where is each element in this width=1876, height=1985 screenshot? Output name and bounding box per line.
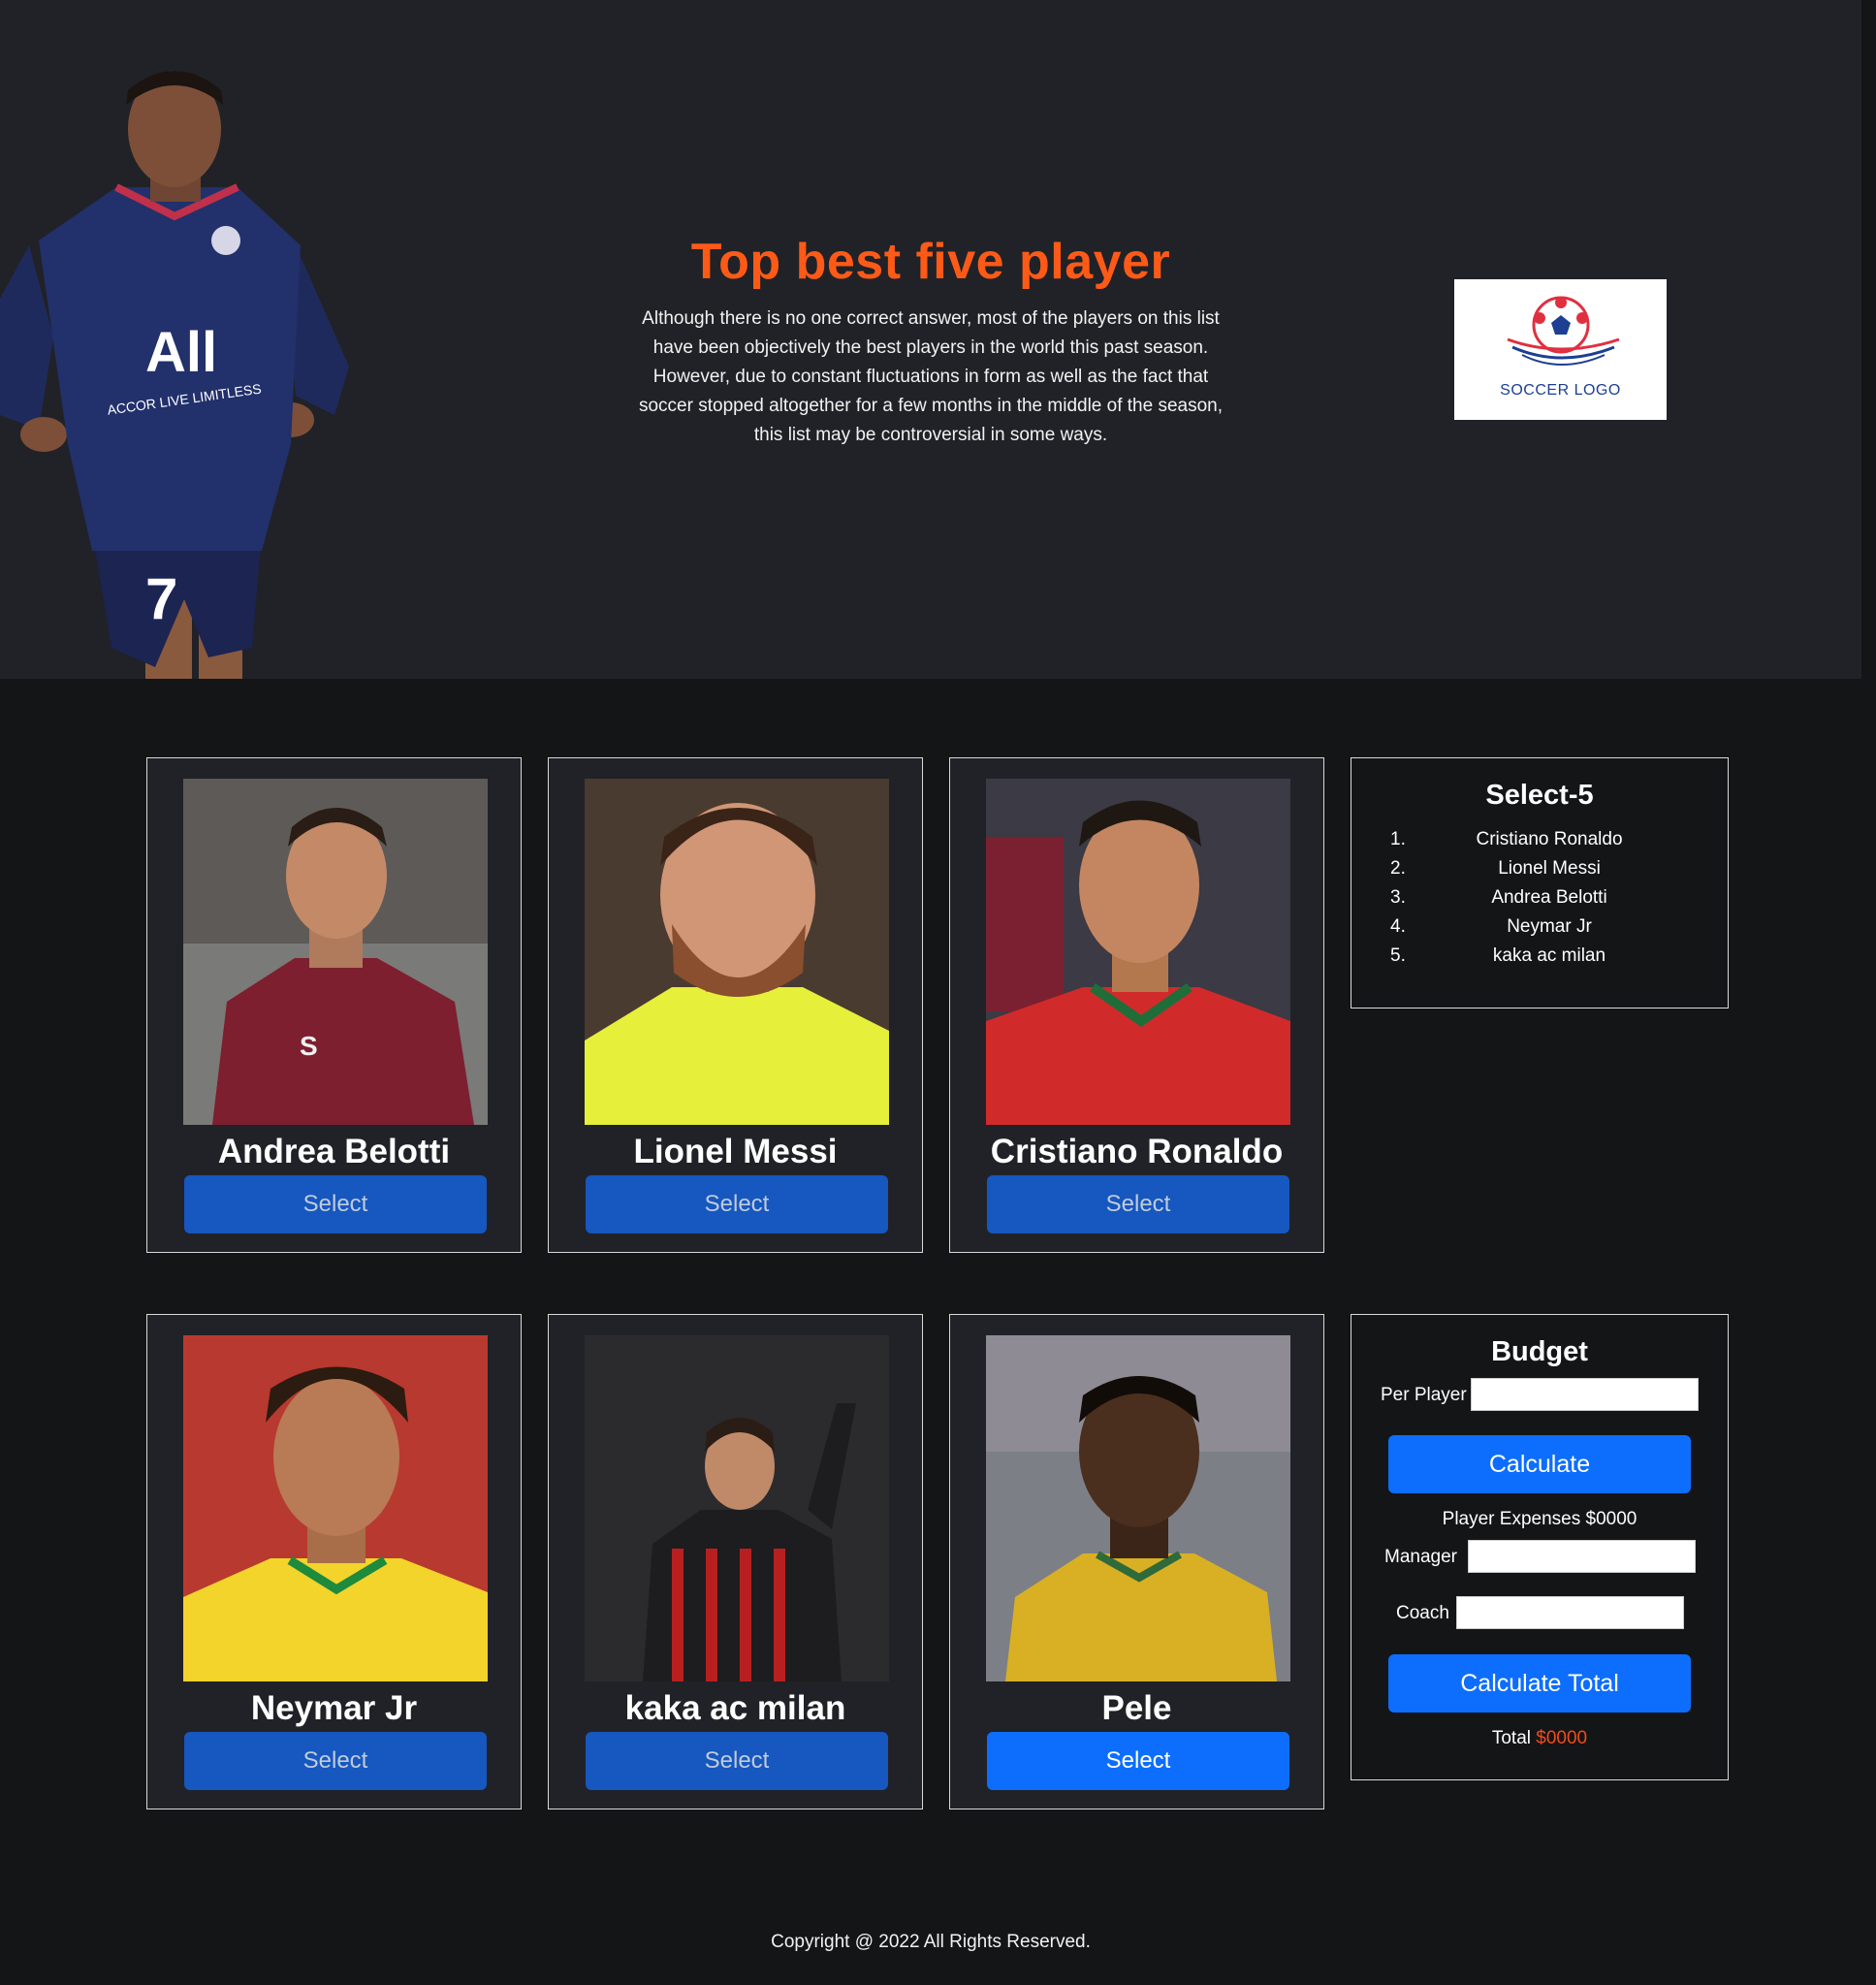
player-name: kaka ac milan [624,1689,846,1727]
calculate-total-button[interactable]: Calculate Total [1388,1654,1691,1713]
list-item-number: 1. [1390,829,1406,849]
soccer-ball-icon [1507,296,1620,366]
total-value: $0000 [1536,1728,1588,1748]
player-name: Cristiano Ronaldo [990,1133,1284,1170]
player-photo [585,779,889,1125]
player-name: Neymar Jr [250,1689,418,1727]
list-item-name: Neymar Jr [1507,916,1592,937]
list-item-number: 5. [1390,945,1406,966]
select-button[interactable]: Select [586,1175,888,1233]
player-card: Neymar Jr Select [146,1314,522,1809]
per-player-row: Per Player [1381,1378,1701,1413]
player-card: S Andrea Belotti Select [146,757,522,1253]
list-item-name: kaka ac milan [1492,945,1606,966]
list-item-name: Lionel Messi [1498,858,1601,879]
player-expenses-label: Player Expenses [1442,1509,1581,1529]
svg-text:S: S [300,1031,318,1061]
svg-text:7: 7 [145,566,177,631]
per-player-input[interactable] [1471,1378,1699,1411]
page-title: Top best five player [690,234,1171,290]
total-label: Total [1491,1728,1531,1748]
hero-header: 7 All ACCOR LIVE LIMITLESS Top best five… [0,0,1861,679]
select-button[interactable]: Select [987,1732,1289,1790]
player-photo [585,1335,889,1681]
player-photo [986,779,1290,1125]
manager-row: Manager [1384,1540,1704,1575]
hero-player-image: 7 All ACCOR LIVE LIMITLESS [0,71,349,679]
budget-panel: Budget Per Player Calculate Player Expen… [1351,1314,1729,1780]
logo-text: SOCCER LOGO [1500,382,1621,399]
soccer-logo: SOCCER LOGO [1454,279,1667,420]
player-card: Pele Select [949,1314,1324,1809]
player-name: Andrea Belotti [217,1133,451,1170]
coach-row: Coach [1396,1596,1716,1631]
list-item: 1. Cristiano Ronaldo [1351,825,1728,854]
calculate-button[interactable]: Calculate [1388,1435,1691,1493]
list-item: 2. Lionel Messi [1351,854,1728,883]
footer-copyright: Copyright @ 2022 All Rights Reserved. [771,1932,1091,1952]
player-name: Pele [1101,1689,1172,1727]
player-photo [183,1335,488,1681]
list-item: 4. Neymar Jr [1351,912,1728,942]
selection-title: Select-5 [1485,780,1594,811]
player-expenses-text: Player Expenses $0000 [1351,1509,1728,1530]
select-button[interactable]: Select [184,1732,487,1790]
manager-input[interactable] [1468,1540,1696,1573]
list-item-number: 4. [1390,916,1406,937]
player-card: Lionel Messi Select [548,757,923,1253]
select-button[interactable]: Select [987,1175,1289,1233]
player-expenses-value: $0000 [1585,1509,1638,1529]
select-button[interactable]: Select [586,1732,888,1790]
selection-panel: Select-5 1. Cristiano Ronaldo 2. Lionel Me… [1351,757,1729,1009]
list-item-name: Andrea Belotti [1491,887,1607,908]
player-card: kaka ac milan Select [548,1314,923,1809]
list-item-name: Cristiano Ronaldo [1476,829,1623,849]
selected-players-list: 1. Cristiano Ronaldo 2. Lionel Messi 3. And… [1351,825,1728,971]
player-photo: S [183,779,488,1125]
coach-label: Coach [1396,1603,1449,1623]
player-name: Lionel Messi [633,1133,838,1170]
per-player-label: Per Player [1381,1385,1467,1405]
list-item-number: 3. [1390,887,1406,908]
player-card: Cristiano Ronaldo Select [949,757,1324,1253]
manager-label: Manager [1384,1547,1457,1567]
hero-description: Although there is no one correct answer,… [638,308,1224,445]
player-photo [986,1335,1290,1681]
hero-text: Top best five player Although there is n… [620,233,1241,450]
budget-title: Budget [1491,1336,1588,1367]
list-item-number: 2. [1390,858,1406,879]
svg-text:All: All [145,321,217,384]
select-button[interactable]: Select [184,1175,487,1233]
list-item: 3. Andrea Belotti [1351,883,1728,912]
total-text: Total $0000 [1351,1728,1728,1749]
coach-input[interactable] [1456,1596,1684,1629]
list-item: 5. kaka ac milan [1351,942,1728,971]
